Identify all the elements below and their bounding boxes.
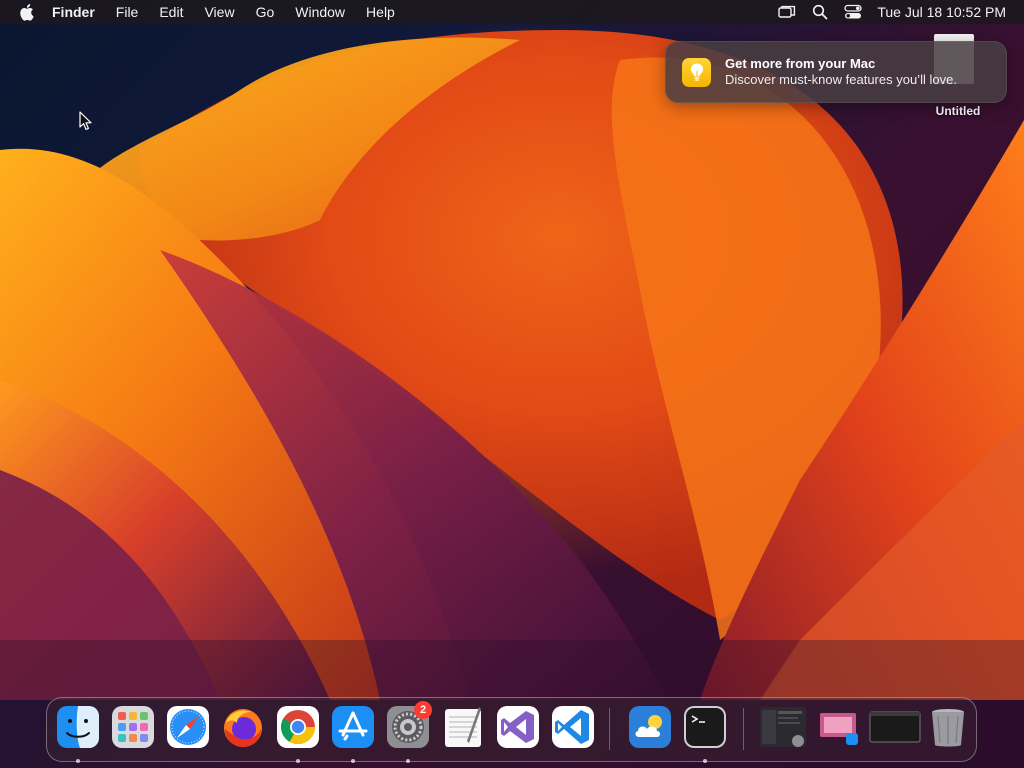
window-thumbnail-icon <box>869 711 921 743</box>
dock-divider <box>743 708 744 750</box>
chrome-icon <box>277 706 319 748</box>
menu-edit[interactable]: Edit <box>159 0 183 24</box>
running-indicator <box>76 759 80 763</box>
dock-app-weather[interactable] <box>628 705 672 749</box>
app-store-icon <box>332 706 374 748</box>
dock-app-finder[interactable] <box>56 705 100 763</box>
running-indicator <box>296 759 300 763</box>
running-indicator <box>351 759 355 763</box>
tips-notification[interactable]: Get more from your Mac Discover must-kno… <box>665 41 1007 103</box>
finder-icon <box>57 706 99 748</box>
firefox-icon <box>224 709 262 747</box>
menu-bar: Finder File Edit View Go Window Help Tue… <box>0 0 1024 24</box>
dock-divider <box>609 708 610 750</box>
textedit-icon <box>445 707 481 747</box>
menu-window[interactable]: Window <box>295 0 345 24</box>
control-center-icon[interactable] <box>844 3 862 21</box>
tips-lightbulb-icon <box>682 57 711 87</box>
dock-app-app-store[interactable] <box>331 705 375 763</box>
window-thumbnail-icon <box>820 713 858 745</box>
dock-app-terminal[interactable] <box>683 705 727 763</box>
notification-body: Discover must-know features you’ll love. <box>725 72 957 87</box>
screen-mirroring-icon[interactable] <box>778 3 796 21</box>
mouse-cursor-icon <box>79 111 93 131</box>
dock: 2 <box>46 697 977 763</box>
dock-app-chrome[interactable] <box>276 705 320 763</box>
dock-app-system-settings[interactable]: 2 <box>386 701 432 763</box>
menu-file[interactable]: File <box>116 0 139 24</box>
spotlight-search-icon[interactable] <box>811 3 829 21</box>
notification-text: Get more from your Mac Discover must-kno… <box>725 56 957 88</box>
menu-finder[interactable]: Finder <box>52 0 95 24</box>
menu-help[interactable]: Help <box>366 0 395 24</box>
dock-recent-window-1[interactable] <box>759 705 807 749</box>
terminal-icon <box>684 706 726 748</box>
launchpad-icon <box>112 706 154 748</box>
dock-recent-window-3[interactable] <box>869 705 921 749</box>
dock-app-textedit[interactable] <box>441 705 485 749</box>
weather-icon <box>629 706 671 748</box>
running-indicator <box>406 759 410 763</box>
dock-recent-window-2[interactable] <box>814 705 862 749</box>
status-area: Tue Jul 18 10:52 PM <box>778 0 1006 24</box>
dock-app-safari[interactable] <box>166 705 210 749</box>
dock-app-visual-studio[interactable] <box>496 705 540 749</box>
visual-studio-icon <box>497 706 539 748</box>
dock-app-firefox[interactable] <box>221 705 265 749</box>
running-indicator <box>703 759 707 763</box>
desktop-wallpaper <box>0 0 1024 768</box>
vscode-icon <box>552 706 594 748</box>
menu-view[interactable]: View <box>204 0 234 24</box>
dock-app-vscode[interactable] <box>551 705 595 749</box>
window-thumbnail-icon <box>760 707 806 747</box>
safari-icon <box>167 706 209 748</box>
menu-go[interactable]: Go <box>256 0 275 24</box>
notification-title: Get more from your Mac <box>725 56 876 71</box>
menu-bar-clock[interactable]: Tue Jul 18 10:52 PM <box>877 4 1006 20</box>
dock-app-launchpad[interactable] <box>111 705 155 749</box>
notification-badge: 2 <box>414 701 432 719</box>
desktop-file-label: Untitled <box>935 104 981 118</box>
dock-app-trash[interactable] <box>926 705 970 749</box>
trash-icon <box>932 709 964 747</box>
apple-menu-icon[interactable] <box>18 3 36 21</box>
